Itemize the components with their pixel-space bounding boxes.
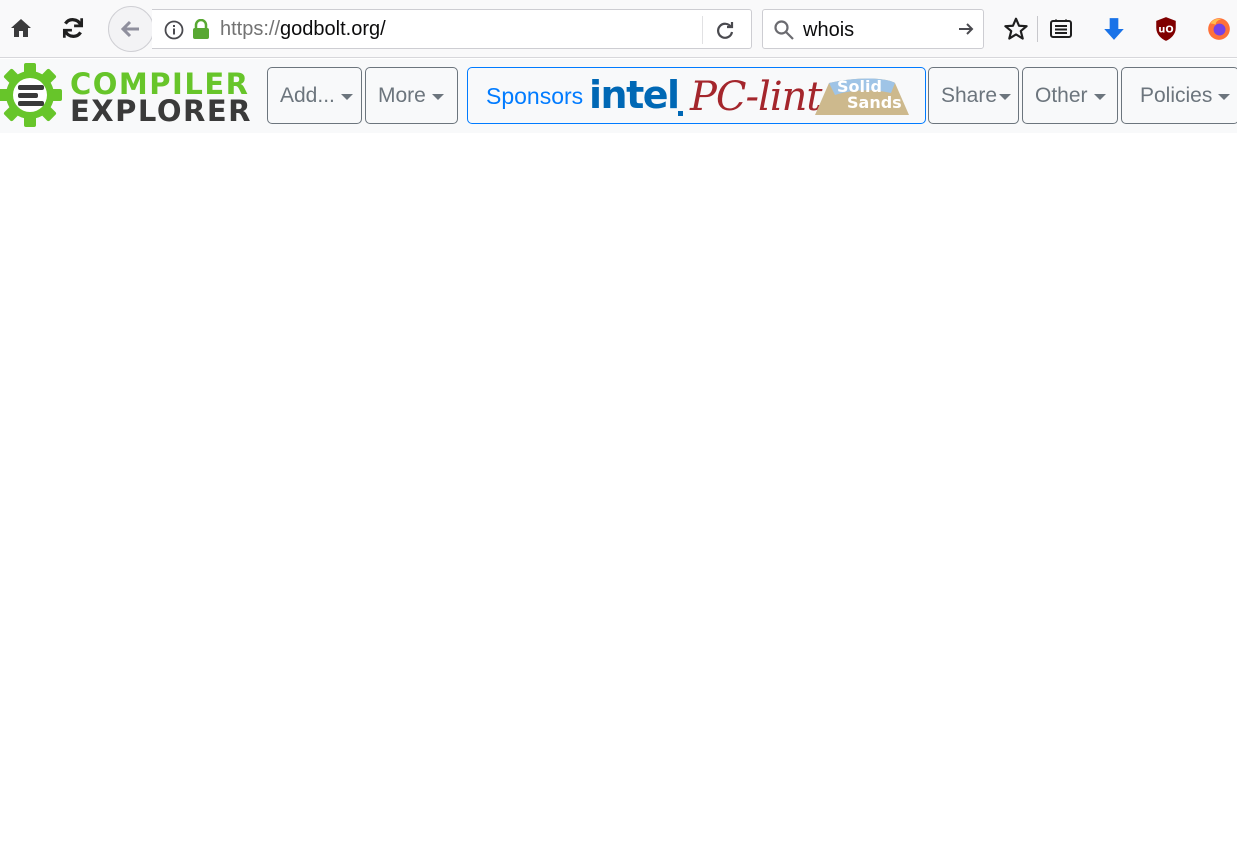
share-label: Share xyxy=(941,83,998,107)
browser-toolbar: https://godbolt.org/ whois uO xyxy=(0,0,1237,58)
other-dropdown-button[interactable]: Other xyxy=(1022,67,1118,124)
sponsors-label: Sponsors xyxy=(486,83,584,109)
pclint-logo: PC-lint xyxy=(690,74,822,120)
gear-icon xyxy=(0,63,62,127)
url-divider xyxy=(702,16,703,44)
add-dropdown-button[interactable]: Add... xyxy=(267,67,362,124)
go-arrow-icon[interactable] xyxy=(957,20,975,43)
logo-title-line2: EXPLORER xyxy=(70,94,252,128)
solid-sands-logo: Solid Sands xyxy=(815,75,909,117)
search-bar[interactable]: whois xyxy=(762,9,984,49)
url-text[interactable]: https://godbolt.org/ xyxy=(220,18,386,41)
firefox-icon[interactable] xyxy=(1203,13,1235,45)
share-dropdown-button[interactable]: Share xyxy=(928,67,1019,124)
caret-down-icon xyxy=(1093,93,1106,100)
lock-icon[interactable] xyxy=(192,18,210,46)
add-label: Add... xyxy=(280,83,335,107)
caret-down-icon xyxy=(999,93,1012,100)
caret-down-icon xyxy=(1218,93,1231,100)
home-icon[interactable] xyxy=(4,11,38,45)
caret-down-icon xyxy=(340,93,353,100)
site-navbar: COMPILER EXPLORER Add... More Sponsors i… xyxy=(0,59,1237,133)
policies-label: Policies xyxy=(1140,83,1213,107)
toolbar-divider xyxy=(1037,16,1038,42)
url-bar[interactable]: https://godbolt.org/ xyxy=(152,9,752,49)
search-input[interactable]: whois xyxy=(803,19,854,42)
ublock-origin-icon[interactable]: uO xyxy=(1150,13,1182,45)
caret-down-icon xyxy=(431,93,444,100)
star-icon[interactable] xyxy=(1000,13,1032,45)
intel-logo-dot xyxy=(678,111,683,116)
reload-icon[interactable] xyxy=(56,11,90,45)
search-icon xyxy=(773,19,795,46)
policies-dropdown-button[interactable]: Policies xyxy=(1121,67,1237,124)
url-scheme: https:// xyxy=(220,18,281,40)
reader-view-icon[interactable] xyxy=(1045,13,1077,45)
solid-sands-line2: Sands xyxy=(847,93,902,112)
back-arrow-icon[interactable] xyxy=(108,6,154,52)
intel-logo: intel xyxy=(589,73,680,117)
main-content-area xyxy=(0,133,1237,865)
download-arrow-icon[interactable] xyxy=(1098,13,1130,45)
sponsors-button[interactable]: Sponsors intel PC-lint Solid Sands xyxy=(467,67,926,124)
svg-text:uO: uO xyxy=(1158,24,1173,35)
url-host: godbolt.org/ xyxy=(280,18,386,40)
other-label: Other xyxy=(1035,83,1088,107)
info-icon[interactable] xyxy=(164,20,184,45)
more-label: More xyxy=(378,83,426,107)
site-logo[interactable]: COMPILER EXPLORER xyxy=(0,61,251,131)
url-reload-icon[interactable] xyxy=(714,19,736,46)
more-dropdown-button[interactable]: More xyxy=(365,67,458,124)
